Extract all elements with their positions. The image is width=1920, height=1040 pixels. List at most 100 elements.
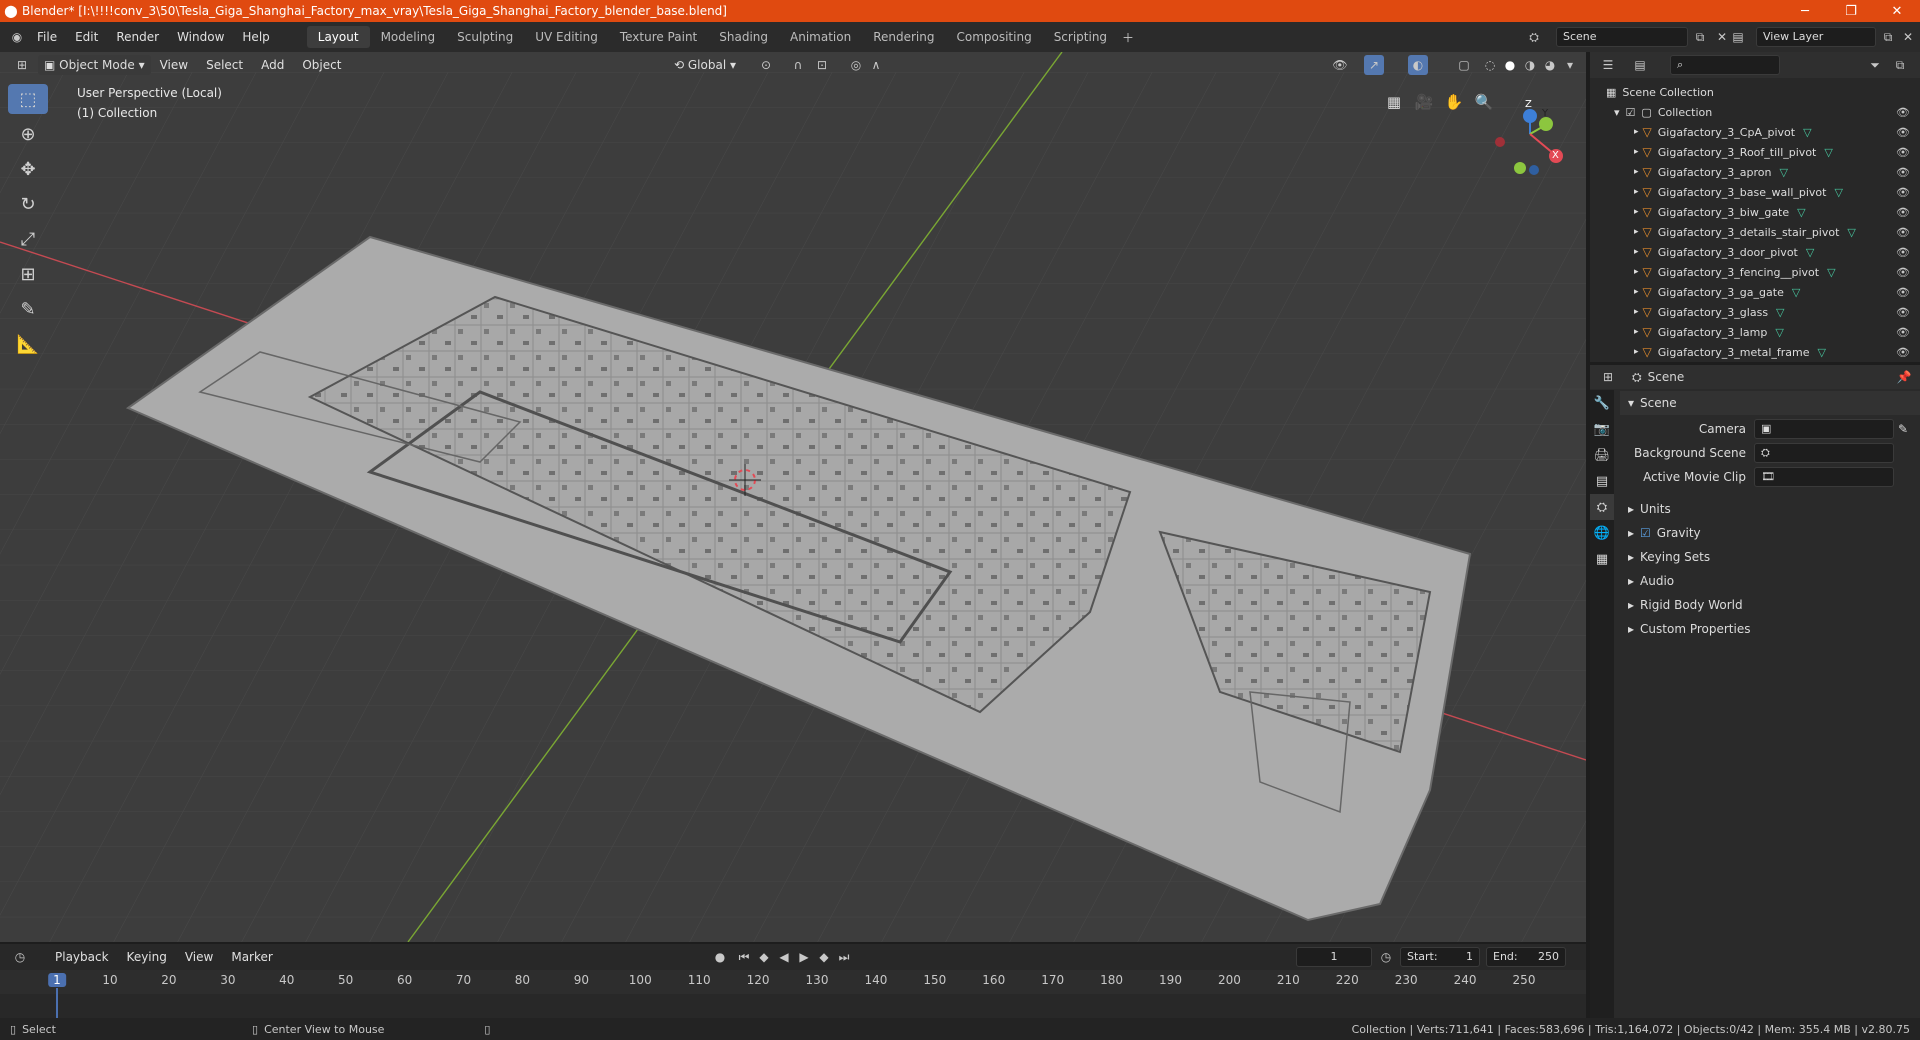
- record-icon[interactable]: ●: [710, 947, 730, 967]
- playback-menu[interactable]: Playback: [46, 950, 118, 964]
- editor-type-icon[interactable]: ⊞: [12, 55, 32, 75]
- eye-icon[interactable]: 👁: [1896, 126, 1910, 139]
- tool-tab-icon[interactable]: 🔧: [1590, 390, 1614, 416]
- tab-animation[interactable]: Animation: [779, 26, 862, 48]
- viewport-menu-select[interactable]: Select: [197, 58, 252, 72]
- outliner-item[interactable]: ▸ ▽ Gigafactory_3_CpA_pivot ▽ 👁: [1590, 122, 1920, 142]
- menu-file[interactable]: File: [28, 30, 66, 44]
- play-icon[interactable]: ▶: [794, 947, 814, 967]
- viewport-menu-view[interactable]: View: [151, 58, 197, 72]
- wireframe-shading-icon[interactable]: ◌: [1480, 55, 1500, 75]
- mesh-data-icon[interactable]: ▽: [1834, 186, 1842, 199]
- mesh-data-icon[interactable]: ▽: [1780, 166, 1788, 179]
- shading-options-icon[interactable]: ▾: [1560, 55, 1580, 75]
- mesh-data-icon[interactable]: ▽: [1824, 146, 1832, 159]
- minimize-icon[interactable]: ─: [1782, 0, 1828, 22]
- tab-shading[interactable]: Shading: [708, 26, 779, 48]
- filter-icon[interactable]: ⏷: [1865, 55, 1885, 75]
- menu-window[interactable]: Window: [168, 30, 233, 44]
- collection-row[interactable]: ▾ ☑ ▢ Collection 👁: [1590, 102, 1920, 122]
- mesh-data-icon[interactable]: ▽: [1827, 266, 1835, 279]
- camera-view-icon[interactable]: 🎥: [1410, 88, 1438, 116]
- maximize-icon[interactable]: ❐: [1828, 0, 1874, 22]
- mesh-data-icon[interactable]: ▽: [1797, 206, 1805, 219]
- eye-icon[interactable]: 👁: [1896, 146, 1910, 159]
- pivot-icon[interactable]: ⊙: [756, 55, 776, 75]
- gizmo-toggle-icon[interactable]: ↗: [1364, 55, 1384, 75]
- camera-field[interactable]: ▣: [1754, 419, 1894, 439]
- overlay-toggle-icon[interactable]: ◐: [1408, 55, 1428, 75]
- expand-arrow-icon[interactable]: ▸: [1634, 287, 1639, 297]
- next-keyframe-icon[interactable]: ◆: [814, 947, 834, 967]
- close-icon[interactable]: ✕: [1874, 0, 1920, 22]
- expand-arrow-icon[interactable]: ▸: [1634, 187, 1639, 197]
- proportional-edit-icon[interactable]: ◎: [846, 55, 866, 75]
- outliner-item[interactable]: ▸ ▽ Gigafactory_3_ga_gate ▽ 👁: [1590, 282, 1920, 302]
- new-scene-icon[interactable]: ⧉: [1690, 27, 1710, 47]
- outliner-item[interactable]: ▸ ▽ Gigafactory_3_Roof_till_pivot ▽ 👁: [1590, 142, 1920, 162]
- new-view-layer-icon[interactable]: ⧉: [1878, 27, 1898, 47]
- viewport-menu-add[interactable]: Add: [252, 58, 293, 72]
- expand-arrow-icon[interactable]: ▸: [1634, 307, 1639, 317]
- keying-sets-section[interactable]: ▸ Keying Sets: [1620, 545, 1920, 569]
- tab-layout[interactable]: Layout: [306, 26, 370, 48]
- orientation-dropdown[interactable]: ⟲ Global ▾: [668, 55, 742, 75]
- custom-properties-section[interactable]: ▸ Custom Properties: [1620, 617, 1920, 641]
- mesh-data-icon[interactable]: ▽: [1803, 126, 1811, 139]
- mode-dropdown[interactable]: ▣ Object Mode ▾: [38, 55, 151, 75]
- scene-field[interactable]: Scene: [1556, 27, 1688, 47]
- menu-edit[interactable]: Edit: [66, 30, 107, 44]
- eye-icon[interactable]: 👁: [1896, 326, 1910, 339]
- eye-icon[interactable]: 👁: [1896, 286, 1910, 299]
- eye-icon[interactable]: 👁: [1896, 306, 1910, 319]
- eye-icon[interactable]: 👁: [1896, 346, 1910, 359]
- end-frame-field[interactable]: End: 250: [1486, 947, 1566, 967]
- add-workspace-icon[interactable]: ＋: [1118, 27, 1138, 47]
- checkbox-icon[interactable]: ☑: [1626, 106, 1636, 119]
- measure-tool-icon[interactable]: 📐: [8, 329, 48, 359]
- marker-menu[interactable]: Marker: [222, 950, 281, 964]
- snap-type-icon[interactable]: ⊡: [812, 55, 832, 75]
- outliner-item[interactable]: ▸ ▽ Gigafactory_3_door_pivot ▽ 👁: [1590, 242, 1920, 262]
- expand-arrow-icon[interactable]: ▸: [1634, 147, 1639, 157]
- eye-icon[interactable]: 👁: [1896, 226, 1910, 239]
- properties-editor-type-icon[interactable]: ⊞: [1598, 367, 1618, 387]
- expand-arrow-icon[interactable]: ▾: [1614, 106, 1620, 119]
- tab-uv-editing[interactable]: UV Editing: [524, 26, 609, 48]
- outliner-item[interactable]: ▸ ▽ Gigafactory_3_biw_gate ▽ 👁: [1590, 202, 1920, 222]
- transform-tool-icon[interactable]: ⊞: [8, 259, 48, 289]
- jump-end-icon[interactable]: ⏭: [834, 947, 854, 967]
- expand-arrow-icon[interactable]: ▸: [1634, 267, 1639, 277]
- view-layer-tab-icon[interactable]: ▤: [1590, 468, 1614, 494]
- units-section[interactable]: ▸ Units: [1620, 497, 1920, 521]
- expand-arrow-icon[interactable]: ▸: [1634, 347, 1639, 357]
- xray-icon[interactable]: ▢: [1454, 55, 1474, 75]
- scene-collection-row[interactable]: ▦ Scene Collection: [1590, 82, 1920, 102]
- expand-arrow-icon[interactable]: ▸: [1634, 247, 1639, 257]
- outliner-item[interactable]: ▸ ▽ Gigafactory_3_apron ▽ 👁: [1590, 162, 1920, 182]
- gravity-checkbox[interactable]: ☑: [1640, 526, 1651, 540]
- texture-tab-icon[interactable]: ▦: [1590, 546, 1614, 572]
- material-shading-icon[interactable]: ◑: [1520, 55, 1540, 75]
- solid-shading-icon[interactable]: ●: [1500, 55, 1520, 75]
- toggle-grid-icon[interactable]: ▦: [1380, 88, 1408, 116]
- render-tab-icon[interactable]: 📷: [1590, 416, 1614, 442]
- remove-view-layer-icon[interactable]: ✕: [1898, 27, 1918, 47]
- expand-arrow-icon[interactable]: ▸: [1634, 207, 1639, 217]
- cursor-tool-icon[interactable]: ⊕: [8, 119, 48, 149]
- expand-arrow-icon[interactable]: ▸: [1634, 127, 1639, 137]
- view-layer-field[interactable]: View Layer: [1756, 27, 1876, 47]
- display-mode-icon[interactable]: ▤: [1630, 55, 1650, 75]
- menu-help[interactable]: Help: [233, 30, 278, 44]
- jump-start-icon[interactable]: ⏮: [734, 947, 754, 967]
- expand-arrow-icon[interactable]: ▸: [1634, 227, 1639, 237]
- eye-icon[interactable]: 👁: [1896, 246, 1910, 259]
- pin-icon[interactable]: 📌: [1894, 367, 1914, 387]
- visibility-icon[interactable]: 👁: [1330, 55, 1350, 75]
- expand-arrow-icon[interactable]: ▸: [1634, 167, 1639, 177]
- outliner-item[interactable]: ▸ ▽ Gigafactory_3_fencing__pivot ▽ 👁: [1590, 262, 1920, 282]
- background-scene-field[interactable]: ⛭: [1754, 443, 1894, 463]
- pan-view-icon[interactable]: ✋: [1440, 88, 1468, 116]
- play-reverse-icon[interactable]: ◀: [774, 947, 794, 967]
- eye-icon[interactable]: 👁: [1896, 206, 1910, 219]
